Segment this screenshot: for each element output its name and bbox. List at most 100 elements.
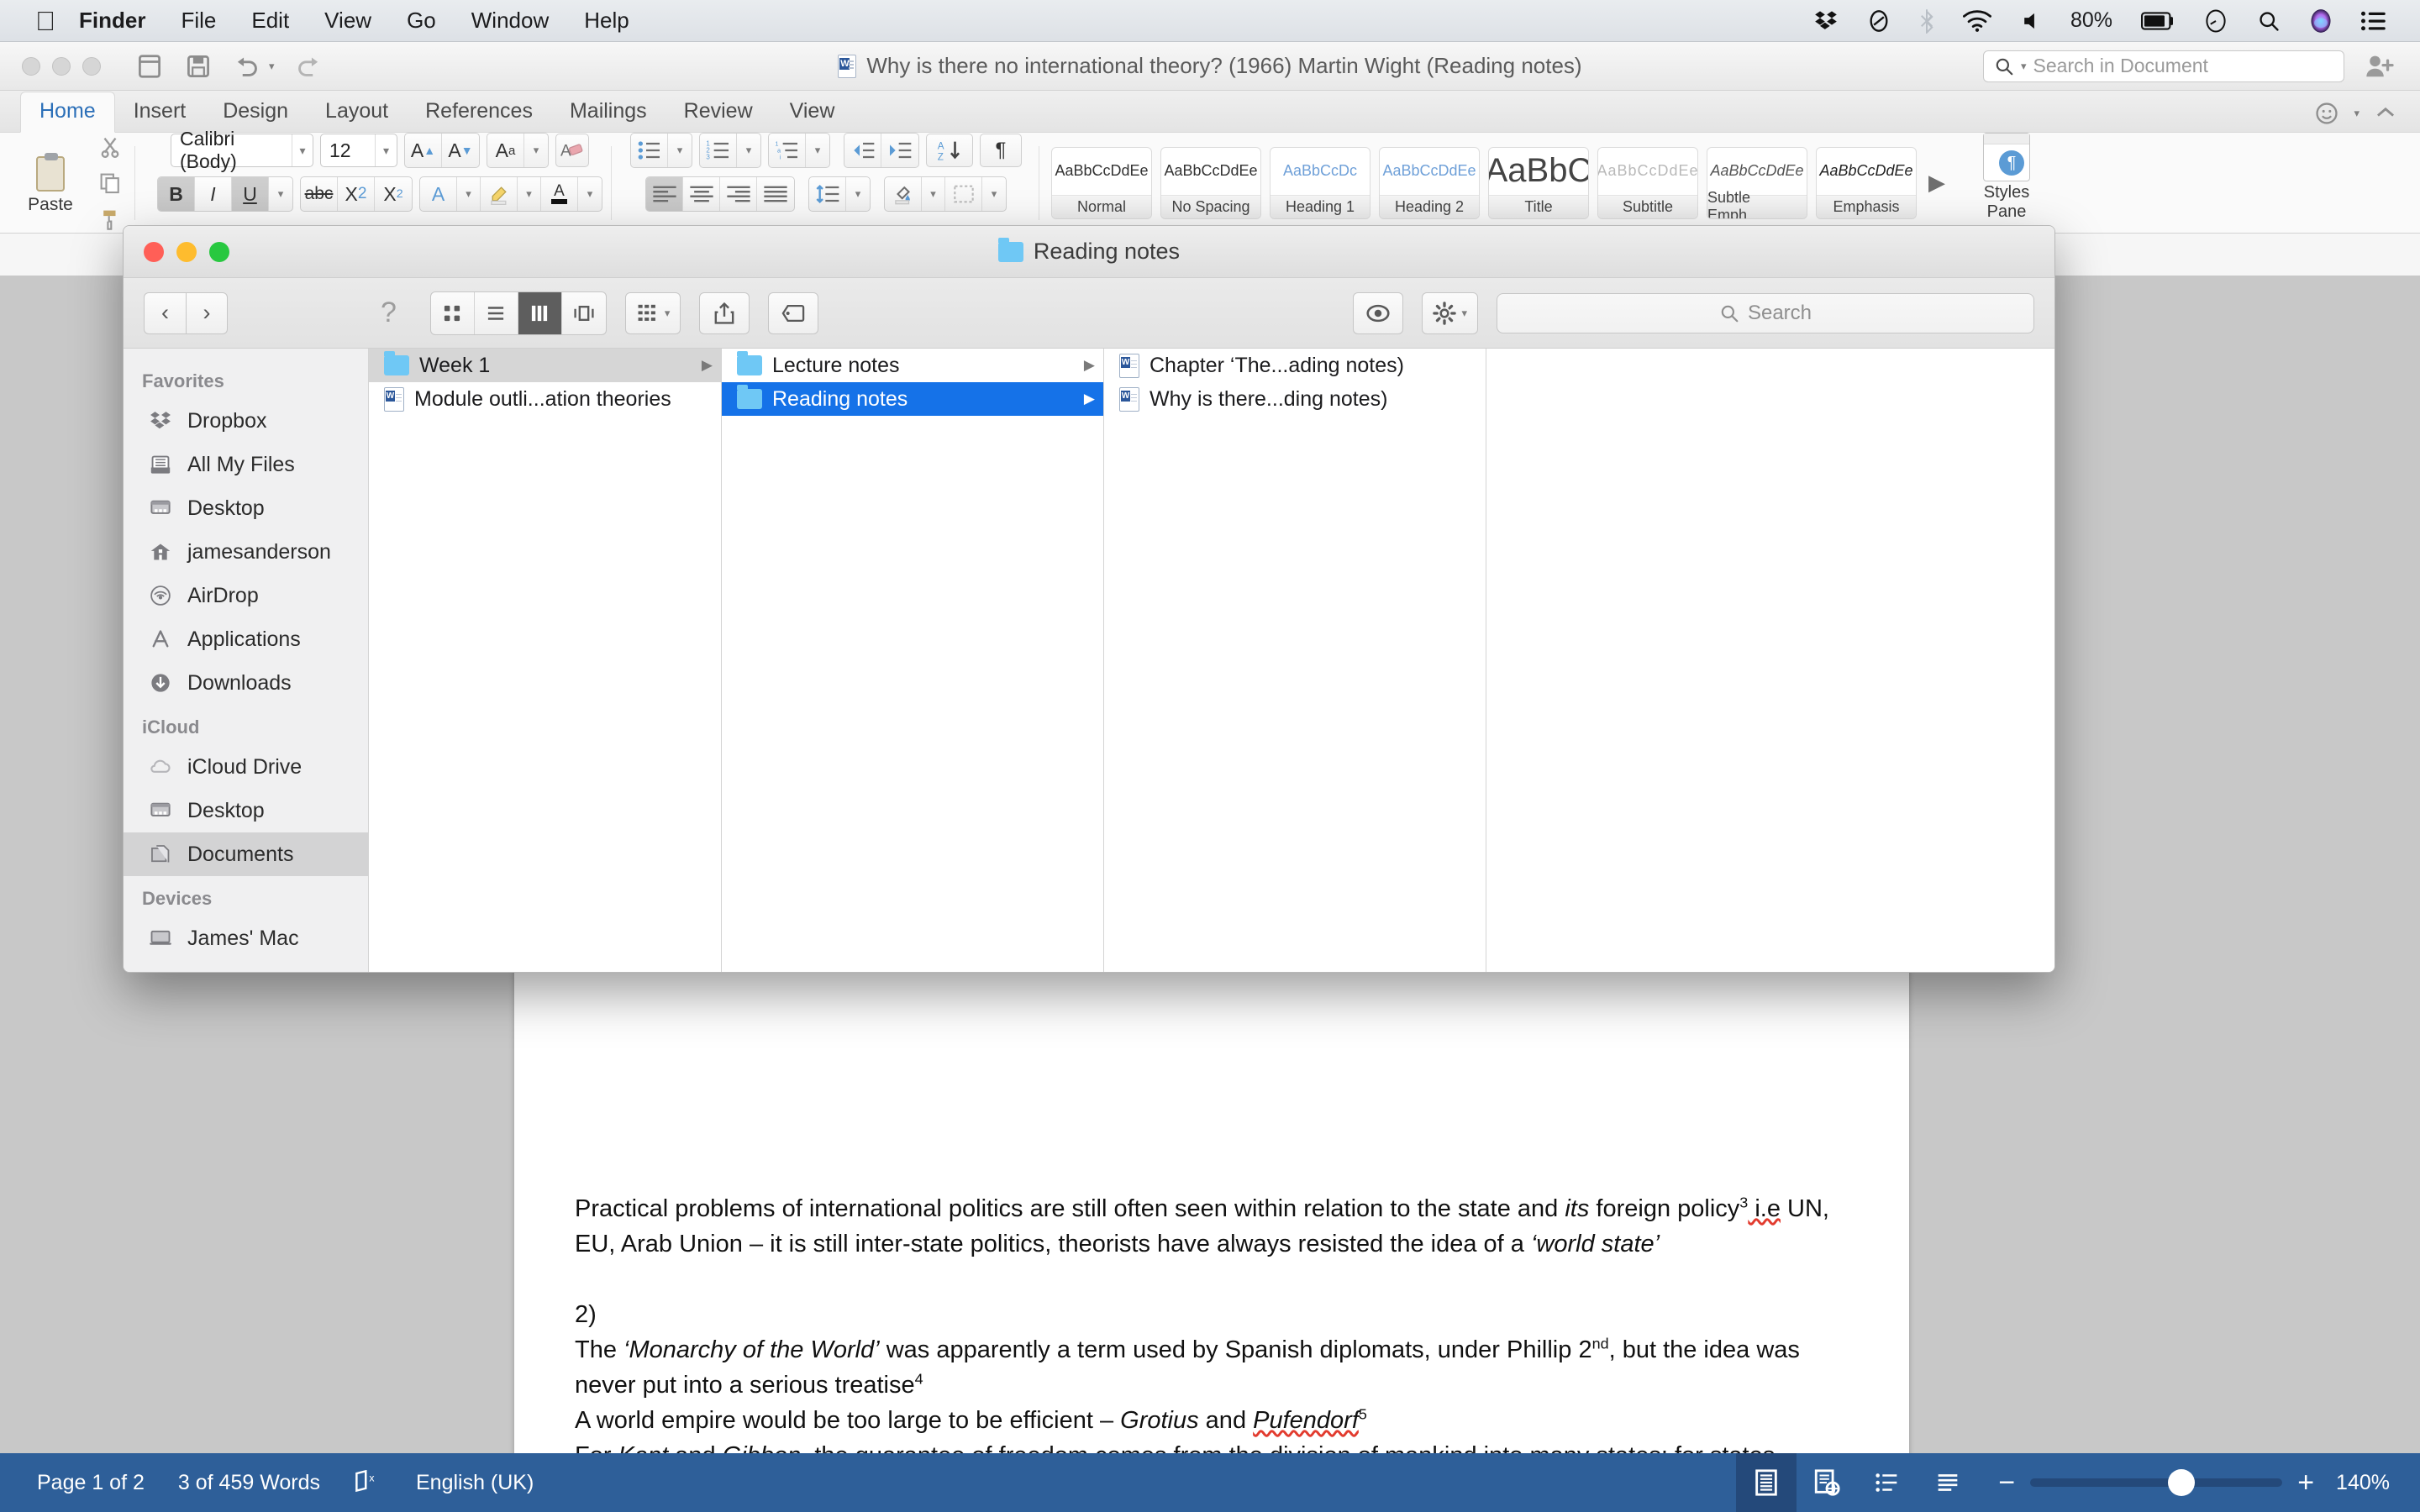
finder-row-week-1[interactable]: Week 1 ▶	[369, 349, 721, 382]
undo-dropdown-caret-icon[interactable]: ▾	[269, 60, 275, 73]
paste-icon[interactable]	[31, 151, 70, 193]
sidebar-item-airdrop[interactable]: AirDrop	[124, 574, 368, 617]
tab-design[interactable]: Design	[204, 92, 307, 132]
align-left-button[interactable]	[646, 177, 683, 211]
search-scope-caret-icon[interactable]: ▾	[2021, 60, 2027, 73]
tab-references[interactable]: References	[407, 92, 551, 132]
justify-button[interactable]	[757, 177, 794, 211]
multilevel-caret-icon[interactable]: ▾	[806, 134, 829, 167]
do-not-disturb-icon[interactable]	[1867, 9, 1891, 33]
tab-view[interactable]: View	[771, 92, 854, 132]
change-case-button[interactable]: Aa	[487, 134, 524, 167]
spell-check-icon[interactable]: x	[354, 1470, 382, 1495]
apple-logo-icon[interactable]: 	[35, 8, 55, 34]
draft-view-button[interactable]	[1918, 1453, 1978, 1512]
time-machine-icon[interactable]	[2203, 8, 2228, 34]
style-no-spacing[interactable]: AaBbCcDdEe No Spacing	[1160, 146, 1261, 219]
decrease-indent-button[interactable]	[844, 134, 881, 167]
sidebar-item-james-mac[interactable]: James' Mac	[124, 916, 368, 960]
styles-pane-button[interactable]: ¶ Styles Pane	[1960, 133, 2053, 233]
cut-icon[interactable]	[94, 133, 126, 160]
word-zoom-button[interactable]	[82, 56, 101, 76]
dropbox-icon[interactable]	[1813, 9, 1839, 33]
shrink-font-button[interactable]: A ▼	[442, 134, 479, 167]
zoom-in-button[interactable]: +	[2297, 1468, 2314, 1497]
borders-button[interactable]	[945, 177, 982, 211]
finder-row-lecture-notes[interactable]: Lecture notes ▶	[722, 349, 1103, 382]
tab-insert[interactable]: Insert	[115, 92, 205, 132]
back-button[interactable]: ‹	[144, 291, 186, 334]
finder-search-field[interactable]: Search	[1497, 292, 2034, 333]
style-normal[interactable]: AaBbCcDdEe Normal	[1051, 146, 1152, 219]
style-heading-1[interactable]: AaBbCcDc Heading 1	[1270, 146, 1370, 219]
borders-caret-icon[interactable]: ▾	[982, 177, 1006, 211]
menu-item-file[interactable]: File	[181, 8, 216, 34]
document-paragraph[interactable]: 2)	[575, 1297, 1849, 1332]
document-paragraph[interactable]: Practical problems of international poli…	[575, 1191, 1849, 1262]
smiley-feedback-icon[interactable]	[2315, 102, 2338, 125]
numbering-button[interactable]: 123	[700, 134, 737, 167]
tab-mailings[interactable]: Mailings	[551, 92, 666, 132]
word-minimize-button[interactable]	[52, 56, 71, 76]
paste-label[interactable]: Paste	[28, 195, 73, 215]
sidebar-item-jamesanderson[interactable]: jamesanderson	[124, 530, 368, 574]
font-color-button[interactable]: A	[541, 177, 578, 211]
finder-row-why-is-there[interactable]: Why is there...ding notes)	[1104, 382, 1486, 416]
share-button[interactable]	[699, 291, 750, 334]
finder-row-module-outline[interactable]: Module outli...ation theories	[369, 382, 721, 416]
menu-item-finder[interactable]: Finder	[79, 8, 145, 34]
sort-button[interactable]: AZ	[926, 134, 973, 167]
sidebar-item-documents[interactable]: Documents	[124, 832, 368, 876]
style-emphasis[interactable]: AaBbCcDdEe Emphasis	[1816, 146, 1917, 219]
sidebar-item-dropbox[interactable]: Dropbox	[124, 399, 368, 443]
quicklook-eye-button[interactable]	[1353, 291, 1404, 334]
align-center-button[interactable]	[683, 177, 720, 211]
bold-button[interactable]: B	[158, 177, 195, 211]
line-spacing-caret-icon[interactable]: ▾	[846, 177, 870, 211]
font-color-caret-icon[interactable]: ▾	[578, 177, 602, 211]
style-subtle-emphasis[interactable]: AaBbCcDdEe Subtle Emph...	[1707, 146, 1807, 219]
list-view-icon[interactable]	[475, 291, 518, 334]
numbering-caret-icon[interactable]: ▾	[737, 134, 760, 167]
volume-icon[interactable]	[2020, 10, 2042, 32]
icon-view-icon[interactable]	[431, 291, 475, 334]
styles-gallery-next-icon[interactable]: ▶	[1928, 170, 1945, 196]
shading-button[interactable]	[885, 177, 922, 211]
font-family-combo[interactable]: Calibri (Body) ▾	[171, 128, 313, 172]
finder-window[interactable]: Reading notes ‹ › ? ▾ ▾ Search Favorites…	[123, 225, 2055, 973]
finder-title-bar[interactable]: Reading notes	[124, 226, 2054, 278]
sidebar-item-downloads[interactable]: Downloads	[124, 661, 368, 705]
style-heading-2[interactable]: AaBbCcDdEe Heading 2	[1379, 146, 1480, 219]
font-size-combo[interactable]: 12 ▾	[320, 134, 397, 167]
menu-item-view[interactable]: View	[324, 8, 371, 34]
align-right-button[interactable]	[720, 177, 757, 211]
style-subtitle[interactable]: AaBbCcDdEe Subtitle	[1597, 146, 1698, 219]
highlight-caret-icon[interactable]: ▾	[518, 177, 541, 211]
multilevel-list-button[interactable]: 1ai	[769, 134, 806, 167]
superscript-button[interactable]: X2	[375, 177, 412, 211]
menu-item-go[interactable]: Go	[407, 8, 436, 34]
zoom-percent-label[interactable]: 140%	[2336, 1471, 2390, 1495]
text-effects-caret-icon[interactable]: ▾	[457, 177, 481, 211]
italic-button[interactable]: I	[195, 177, 232, 211]
redo-icon[interactable]	[293, 53, 324, 80]
search-in-document-field[interactable]: ▾ Search in Document	[1983, 50, 2344, 82]
change-case-caret-icon[interactable]: ▾	[524, 134, 548, 167]
sidebar-item-desktop[interactable]: Desktop	[124, 486, 368, 530]
notification-center-icon[interactable]	[2361, 11, 2386, 31]
bullets-caret-icon[interactable]: ▾	[668, 134, 692, 167]
underline-button[interactable]: U	[232, 177, 269, 211]
text-effects-glow-button[interactable]: A	[420, 177, 457, 211]
sidebar-item-applications[interactable]: Applications	[124, 617, 368, 661]
tag-button[interactable]	[768, 291, 819, 334]
zoom-slider-track[interactable]	[2030, 1469, 2283, 1496]
zoom-out-button[interactable]: −	[1998, 1468, 2015, 1497]
menu-item-window[interactable]: Window	[471, 8, 549, 34]
zoom-slider[interactable]: − +	[1998, 1468, 2314, 1497]
subscript-button[interactable]: X2	[338, 177, 375, 211]
line-spacing-button[interactable]	[809, 177, 846, 211]
sidebar-item-icloud-desktop[interactable]: Desktop	[124, 789, 368, 832]
page-indicator[interactable]: Page 1 of 2	[37, 1471, 145, 1495]
menu-item-edit[interactable]: Edit	[251, 8, 289, 34]
style-title[interactable]: AaBbC Title	[1488, 146, 1589, 219]
